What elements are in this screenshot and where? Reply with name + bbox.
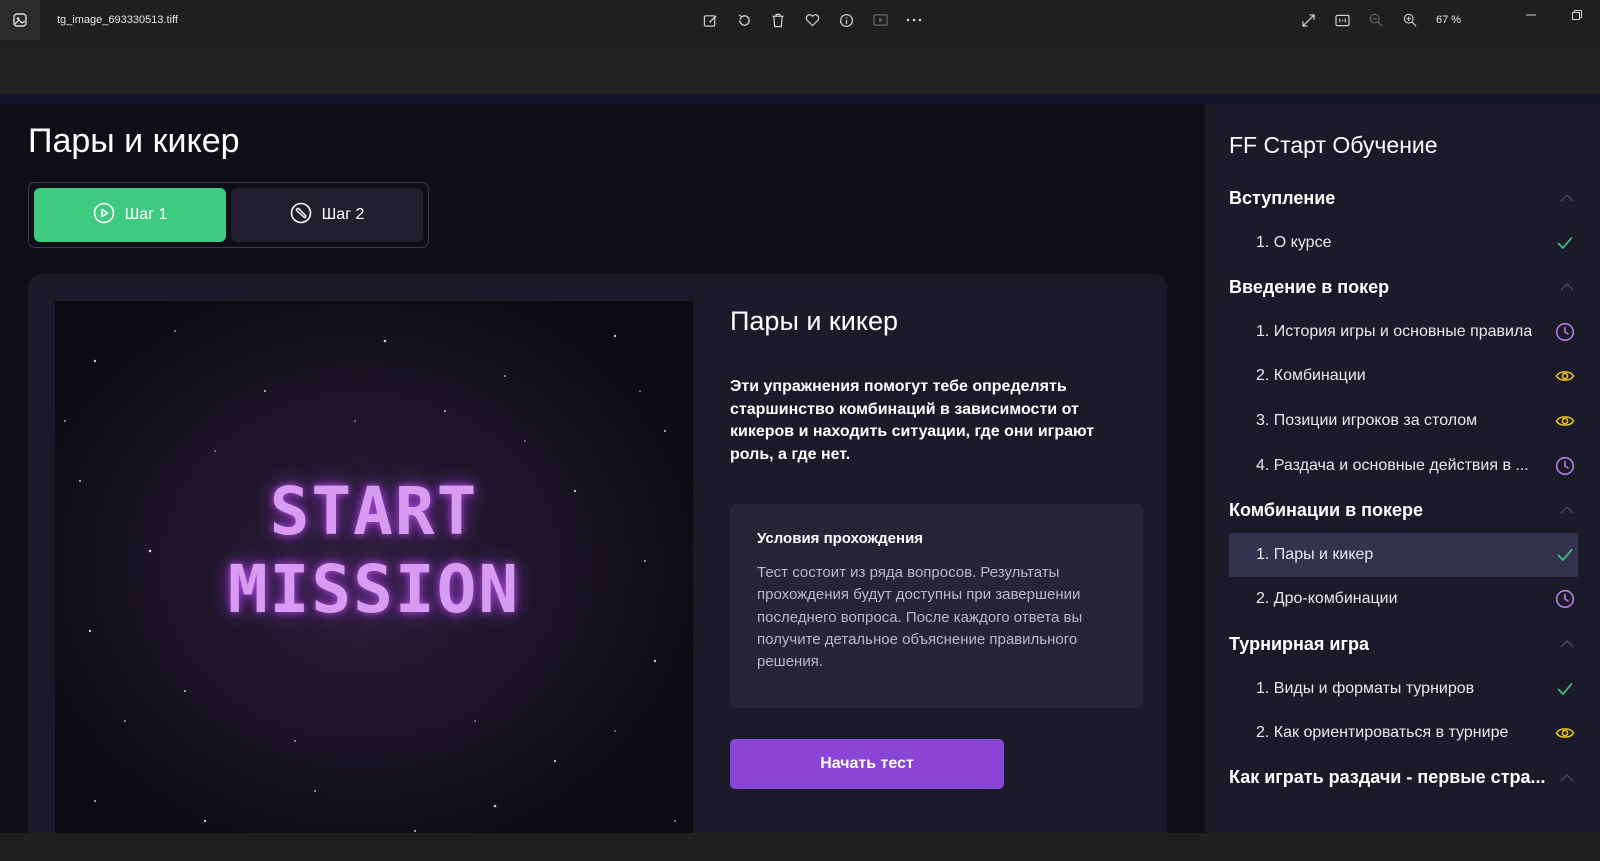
sidebar-section-title: Турнирная игра — [1229, 633, 1369, 654]
photos-app-icon[interactable] — [0, 0, 40, 40]
zoom-controls: 67 % — [1298, 10, 1461, 30]
sidebar-lesson-label: 2. Комбинации — [1256, 367, 1366, 385]
zoom-in-icon[interactable] — [1400, 10, 1420, 30]
page-title: Пары и кикер — [28, 122, 240, 160]
hero-line-1: START — [269, 473, 479, 550]
sidebar-section-title: Вступление — [1229, 187, 1336, 208]
conditions-text: Тест состоит из ряда вопросов. Результат… — [757, 564, 1083, 671]
pointer-icon — [290, 202, 312, 229]
sidebar-section-title: Как играть раздачи - первые стра... — [1229, 767, 1546, 788]
sidebar-section-3[interactable]: Турнирная игра — [1229, 624, 1578, 664]
edit-icon[interactable] — [700, 10, 720, 30]
fit-icon[interactable] — [1332, 10, 1352, 30]
eye-icon — [1554, 410, 1576, 432]
eye-icon — [1554, 722, 1576, 744]
sidebar-section-0[interactable]: Вступление — [1229, 178, 1578, 218]
rotate-icon[interactable] — [734, 10, 754, 30]
start-test-button[interactable]: Начать тест — [730, 739, 1004, 789]
sidebar-lesson-label: 1. Виды и форматы турниров — [1256, 679, 1475, 697]
sidebar-lesson-item[interactable]: 2. Как ориентироваться в турнире — [1229, 711, 1578, 755]
chevron-up-icon[interactable] — [1558, 189, 1576, 207]
window-controls — [1508, 0, 1600, 30]
step-tabs: Шаг 1 Шаг 2 — [28, 182, 429, 248]
sidebar-lesson-item[interactable]: 2. Комбинации — [1229, 354, 1578, 398]
chevron-up-icon[interactable] — [1558, 635, 1576, 653]
checkmark-icon — [1554, 544, 1576, 566]
chevron-up-icon[interactable] — [1558, 769, 1576, 787]
tab-label: Шаг 2 — [321, 206, 365, 223]
course-title: FF Старт Обучение — [1229, 132, 1438, 158]
start-mission-image: START MISSION — [55, 301, 693, 833]
tab-step-1[interactable]: Шаг 1 — [34, 188, 226, 242]
hero-text: START MISSION — [55, 473, 693, 629]
chevron-up-icon[interactable] — [1558, 501, 1576, 519]
viewer-bottombar — [0, 833, 1600, 861]
sidebar-section-4[interactable]: Как играть раздачи - первые стра... — [1229, 758, 1578, 798]
lesson-card: START MISSION Пары и кикер Эти упражнени… — [28, 274, 1167, 833]
clock-icon — [1554, 588, 1576, 610]
tab-step-2[interactable]: Шаг 2 — [231, 188, 423, 242]
app-top-strip — [0, 94, 1600, 104]
sidebar-lesson-label: 1. О курсе — [1256, 233, 1332, 251]
info-icon[interactable] — [836, 10, 856, 30]
file-name: tg_image_693330513.tiff — [57, 14, 178, 26]
sidebar-lesson-item[interactable]: 1. Пары и кикер — [1229, 532, 1578, 577]
sidebar-lesson-label: 4. Раздача и основные действия в ... — [1256, 456, 1529, 474]
sidebar-section-1[interactable]: Введение в покер — [1229, 267, 1578, 307]
chevron-up-icon[interactable] — [1558, 278, 1576, 296]
clock-icon — [1554, 455, 1576, 477]
favorite-icon[interactable] — [802, 10, 822, 30]
sidebar-lesson-label: 2. Дро-комбинации — [1256, 590, 1398, 608]
sidebar-section-2[interactable]: Комбинации в покере — [1229, 490, 1578, 530]
eye-icon — [1554, 365, 1576, 387]
lesson-main: Пары и кикер Шаг 1 Шаг 2 START MISSION П… — [0, 104, 1205, 833]
app-screenshot: Пары и кикер Шаг 1 Шаг 2 START MISSION П… — [0, 94, 1600, 833]
sidebar-lesson-item[interactable]: 1. Виды и форматы турниров — [1229, 667, 1578, 711]
sidebar-lesson-item[interactable]: 1. История игры и основные правила — [1229, 310, 1578, 354]
viewer-titlebar: tg_image_693330513.tiff 67 % — [0, 0, 1600, 42]
conditions-box: Условия прохождения Тест состоит из ряда… — [730, 504, 1143, 708]
lesson-title: Пары и кикер — [730, 306, 898, 336]
fullscreen-icon[interactable] — [1298, 10, 1318, 30]
conditions-title: Условия прохождения — [757, 530, 924, 547]
sidebar-lesson-label: 1. История игры и основные правила — [1256, 322, 1533, 340]
sidebar-lesson-label: 1. Пары и кикер — [1256, 545, 1374, 563]
clock-icon — [1554, 321, 1576, 343]
lesson-description: Эти упражнения помогут тебе определять с… — [730, 378, 1095, 463]
zoom-level: 67 % — [1436, 14, 1462, 26]
sidebar-lesson-label: 2. Как ориентироваться в турнире — [1256, 724, 1509, 742]
restore-icon[interactable] — [1554, 0, 1600, 30]
tab-label: Шаг 1 — [124, 206, 168, 223]
hero-line-2: MISSION — [227, 551, 521, 628]
sidebar-lesson-item[interactable]: 4. Раздача и основные действия в ... — [1229, 444, 1578, 488]
sidebar-section-title: Комбинации в покере — [1229, 499, 1424, 520]
sidebar-lesson-item[interactable]: 3. Позиции игроков за столом — [1229, 399, 1578, 443]
more-icon[interactable] — [904, 10, 924, 30]
sidebar-lesson-item[interactable]: 1. О курсе — [1229, 221, 1578, 265]
zoom-out-icon[interactable] — [1366, 10, 1386, 30]
sidebar-lesson-item[interactable]: 2. Дро-комбинации — [1229, 577, 1578, 621]
sidebar-lesson-label: 3. Позиции игроков за столом — [1256, 412, 1478, 429]
course-sidebar: FF Старт Обучение Вступление 1. О курсе Вв… — [1205, 104, 1600, 833]
minimize-icon[interactable] — [1508, 0, 1554, 30]
play-circle-icon — [93, 202, 115, 229]
viewer-toolbar — [700, 10, 924, 30]
slideshow-icon[interactable] — [870, 10, 890, 30]
delete-icon[interactable] — [768, 10, 788, 30]
checkmark-icon — [1554, 678, 1576, 700]
checkmark-icon — [1554, 232, 1576, 254]
sidebar-section-title: Введение в покер — [1229, 276, 1390, 297]
